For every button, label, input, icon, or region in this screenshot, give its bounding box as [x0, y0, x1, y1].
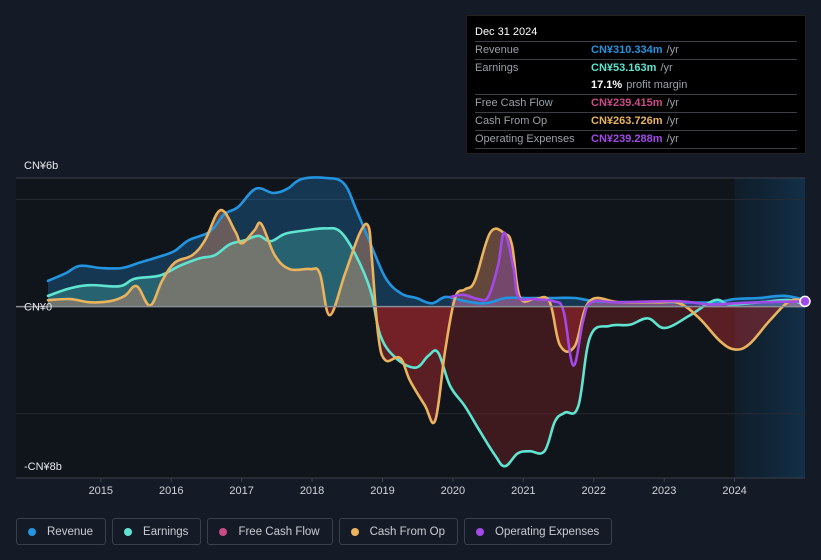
x-tick-label: 2018 — [300, 485, 324, 497]
end-point-marker — [799, 295, 811, 308]
legend-label: Operating Expenses — [495, 525, 600, 538]
operating-expenses-dot-icon — [476, 527, 485, 536]
free-cash-flow-dot-icon — [219, 527, 228, 536]
chart-legend: Revenue Earnings Free Cash Flow Cash Fro… — [16, 518, 613, 545]
end-point-dot — [799, 295, 811, 308]
tooltip-label: Earnings — [475, 62, 519, 74]
x-tick-label: 2019 — [370, 485, 394, 497]
y-tick-label-bottom: -CN¥8b — [24, 461, 62, 473]
profit-margin-label: profit margin — [626, 79, 688, 91]
x-tick-label: 2020 — [441, 485, 465, 497]
tooltip-unit: /yr — [666, 115, 679, 127]
legend-item-free-cash-flow[interactable]: Free Cash Flow — [207, 518, 333, 545]
legend-label: Revenue — [47, 525, 94, 538]
revenue-dot-icon — [28, 527, 36, 536]
tooltip-row-cash-from-op: Cash From Op CN¥263.726m /yr — [475, 113, 797, 131]
legend-label: Cash From Op — [369, 525, 446, 538]
legend-item-cash-from-op[interactable]: Cash From Op — [338, 518, 459, 545]
tooltip-label: Free Cash Flow — [475, 97, 553, 109]
cash-from-op-dot-icon — [350, 527, 359, 536]
tooltip-row-operating-expenses: Operating Expenses CN¥239.288m /yr — [475, 131, 797, 149]
tooltip-value: CN¥239.288m — [591, 133, 663, 145]
tooltip-unit: /yr — [660, 62, 673, 74]
profit-margin-value: 17.1% — [591, 79, 623, 91]
x-tick-label: 2024 — [722, 485, 746, 497]
x-tick-label: 2022 — [582, 485, 606, 497]
tooltip-value: CN¥239.415m — [591, 97, 663, 109]
tooltip-unit: /yr — [666, 44, 679, 56]
tooltip-row-revenue: Revenue CN¥310.334m /yr — [475, 42, 797, 60]
tooltip-panel: Dec 31 2024 Revenue CN¥310.334m /yr Earn… — [466, 15, 806, 154]
tooltip-label: Cash From Op — [475, 115, 548, 127]
tooltip-label: Operating Expenses — [475, 133, 575, 145]
y-tick-label-top: CN¥6b — [24, 160, 58, 172]
legend-label: Free Cash Flow — [238, 525, 320, 538]
x-tick-label: 2023 — [652, 485, 676, 497]
legend-item-revenue[interactable]: Revenue — [16, 518, 107, 545]
legend-item-operating-expenses[interactable]: Operating Expenses — [464, 518, 613, 545]
tooltip-label — [475, 77, 591, 94]
tooltip-value: CN¥263.726m — [591, 115, 663, 127]
tooltip-label: Revenue — [475, 44, 520, 56]
x-tick-label: 2017 — [229, 485, 253, 497]
y-tick-label-zero: CN¥0 — [24, 302, 52, 314]
x-tick-label: 2015 — [89, 485, 113, 497]
tooltip-date: Dec 31 2024 — [475, 24, 797, 42]
tooltip-value: CN¥53.163m — [591, 62, 657, 74]
legend-label: Earnings — [143, 525, 189, 538]
tooltip-unit: /yr — [666, 97, 679, 109]
tooltip-value: CN¥310.334m — [591, 44, 663, 56]
tooltip-row-profit-margin: 17.1% profit margin — [475, 77, 797, 95]
legend-item-earnings[interactable]: Earnings — [112, 518, 202, 545]
x-tick-label: 2016 — [159, 485, 183, 497]
tooltip-row-free-cash-flow: Free Cash Flow CN¥239.415m /yr — [475, 95, 797, 113]
x-axis: 2015 2016 2017 2018 2019 2020 2021 2022 2023 2024 — [89, 478, 747, 497]
tooltip-row-earnings: Earnings CN¥53.163m /yr — [475, 60, 797, 77]
tooltip-unit: /yr — [666, 133, 679, 145]
earnings-dot-icon — [124, 527, 133, 536]
x-tick-label: 2021 — [511, 485, 535, 497]
